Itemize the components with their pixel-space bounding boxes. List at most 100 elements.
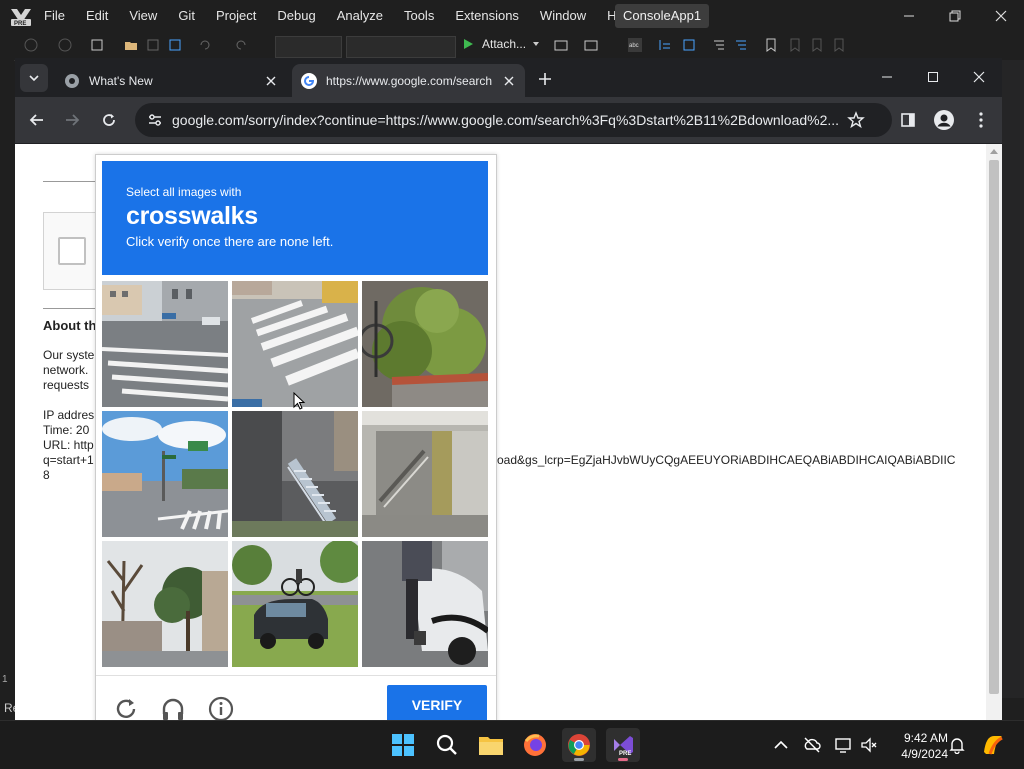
chevron-down-icon	[29, 75, 39, 82]
toolbar-tool-icon[interactable]	[584, 38, 598, 52]
toolbar-tool-icon[interactable]	[734, 38, 748, 52]
forward-nav-icon[interactable]	[58, 38, 72, 52]
bookmark-icon[interactable]	[832, 38, 846, 52]
menu-button[interactable]	[970, 109, 992, 131]
visual-studio-taskbar-button[interactable]: PRE	[606, 728, 640, 762]
captcha-tile-9[interactable]	[362, 541, 488, 667]
running-indicator	[618, 758, 628, 761]
tab-google-search[interactable]: https://www.google.com/search	[292, 64, 525, 97]
profile-icon	[934, 110, 954, 130]
arrow-left-icon	[29, 114, 43, 126]
address-bar[interactable]: google.com/sorry/index?continue=https://…	[135, 103, 892, 137]
vs-close-button[interactable]	[978, 0, 1024, 32]
notification-bell-icon[interactable]	[948, 736, 966, 754]
open-folder-icon[interactable]	[124, 38, 138, 52]
svg-text:PRE: PRE	[619, 751, 631, 757]
reload-challenge-icon[interactable]	[113, 696, 139, 720]
chrome-icon	[568, 734, 590, 756]
toolbar-tool-icon[interactable]	[658, 38, 672, 52]
platform-dropdown[interactable]	[346, 36, 456, 58]
menu-edit[interactable]: Edit	[86, 8, 108, 23]
captcha-tile-4[interactable]	[102, 411, 228, 537]
info-icon[interactable]	[208, 696, 234, 720]
tab-strip: What's New https://www.google.com/search	[15, 58, 1002, 97]
back-button[interactable]	[26, 109, 48, 131]
chrome-close-button[interactable]	[956, 62, 1002, 92]
save-all-icon[interactable]	[168, 38, 182, 52]
new-project-icon[interactable]	[90, 38, 104, 52]
scrollbar-thumb[interactable]	[989, 160, 999, 694]
tab-title: What's New	[89, 73, 153, 88]
menu-window[interactable]: Window	[540, 8, 586, 23]
captcha-tile-7[interactable]	[102, 541, 228, 667]
file-explorer-button[interactable]	[474, 728, 508, 762]
network-icon[interactable]	[834, 736, 852, 754]
chrome-maximize-button[interactable]	[910, 62, 956, 92]
menu-extensions[interactable]: Extensions	[455, 8, 519, 23]
configuration-dropdown[interactable]	[275, 36, 342, 58]
vs-menubar: PRE File Edit View Git Project Debug Ana…	[0, 0, 1024, 32]
toolbar-tool-icon[interactable]	[682, 38, 696, 52]
side-panel-button[interactable]	[897, 109, 919, 131]
bookmark-icon[interactable]	[764, 38, 778, 52]
show-hidden-icons-chevron-icon[interactable]	[772, 736, 790, 754]
clock-time: 9:42 AM	[903, 731, 948, 745]
start-button[interactable]	[386, 728, 420, 762]
close-icon[interactable]	[263, 73, 279, 89]
challenge-footer: VERIFY	[96, 675, 496, 720]
captcha-tile-6[interactable]	[362, 411, 488, 537]
captcha-tile-2[interactable]	[232, 281, 358, 407]
save-icon[interactable]	[146, 38, 160, 52]
back-nav-icon[interactable]	[24, 38, 38, 52]
menu-git[interactable]: Git	[178, 8, 195, 23]
search-icon	[436, 734, 457, 755]
instruction-subtext: Click verify once there are none left.	[126, 234, 334, 249]
more-vert-icon	[979, 112, 983, 128]
toolbar-tool-icon[interactable]	[712, 38, 726, 52]
captcha-tile-8[interactable]	[232, 541, 358, 667]
captcha-tile-3[interactable]	[362, 281, 488, 407]
spell-check-icon[interactable]: abc	[628, 38, 642, 52]
captcha-tile-5[interactable]	[232, 411, 358, 537]
verify-button[interactable]: VERIFY	[387, 685, 487, 720]
tab-whats-new[interactable]: What's New	[55, 64, 287, 97]
new-tab-button[interactable]	[535, 69, 555, 89]
captcha-tile-1[interactable]	[102, 281, 228, 407]
copilot-preview-icon[interactable]	[980, 732, 1006, 758]
forward-button[interactable]	[61, 109, 83, 131]
chrome-taskbar-button[interactable]	[562, 728, 596, 762]
menu-analyze[interactable]: Analyze	[337, 8, 383, 23]
visual-studio-logo-icon: PRE	[9, 5, 33, 27]
bookmark-icon[interactable]	[810, 38, 824, 52]
volume-muted-icon[interactable]	[860, 736, 878, 754]
profile-button[interactable]	[933, 109, 955, 131]
recaptcha-checkbox[interactable]	[58, 237, 86, 265]
undo-icon[interactable]	[198, 38, 212, 52]
bookmark-star-icon[interactable]	[847, 111, 865, 129]
project-name-badge[interactable]: ConsoleApp1	[615, 4, 710, 28]
chrome-minimize-button[interactable]	[864, 62, 910, 92]
menu-project[interactable]: Project	[216, 8, 256, 23]
toolbar-tool-icon[interactable]	[554, 38, 568, 52]
headphones-icon[interactable]	[160, 696, 186, 720]
menu-debug[interactable]: Debug	[277, 8, 315, 23]
tab-search-button[interactable]	[20, 64, 48, 92]
firefox-button[interactable]	[518, 728, 552, 762]
search-button[interactable]	[430, 728, 464, 762]
close-icon[interactable]	[501, 73, 517, 89]
attach-button[interactable]: Attach...	[462, 37, 540, 51]
cloud-offline-icon[interactable]	[803, 736, 821, 754]
vs-minimize-button[interactable]	[886, 0, 932, 32]
menu-view[interactable]: View	[129, 8, 157, 23]
redo-icon[interactable]	[234, 38, 248, 52]
vs-restore-button[interactable]	[932, 0, 978, 32]
svg-text:PRE: PRE	[14, 21, 26, 27]
system-clock[interactable]: 9:42 AM 4/9/2024	[888, 730, 948, 762]
url-text[interactable]: google.com/sorry/index?continue=https://…	[172, 112, 840, 128]
page-scrollbar[interactable]	[986, 144, 1002, 720]
menu-file[interactable]: File	[44, 8, 65, 23]
bookmark-icon[interactable]	[788, 38, 802, 52]
reload-button[interactable]	[98, 109, 120, 131]
scroll-up-icon	[990, 149, 998, 154]
menu-tools[interactable]: Tools	[404, 8, 434, 23]
